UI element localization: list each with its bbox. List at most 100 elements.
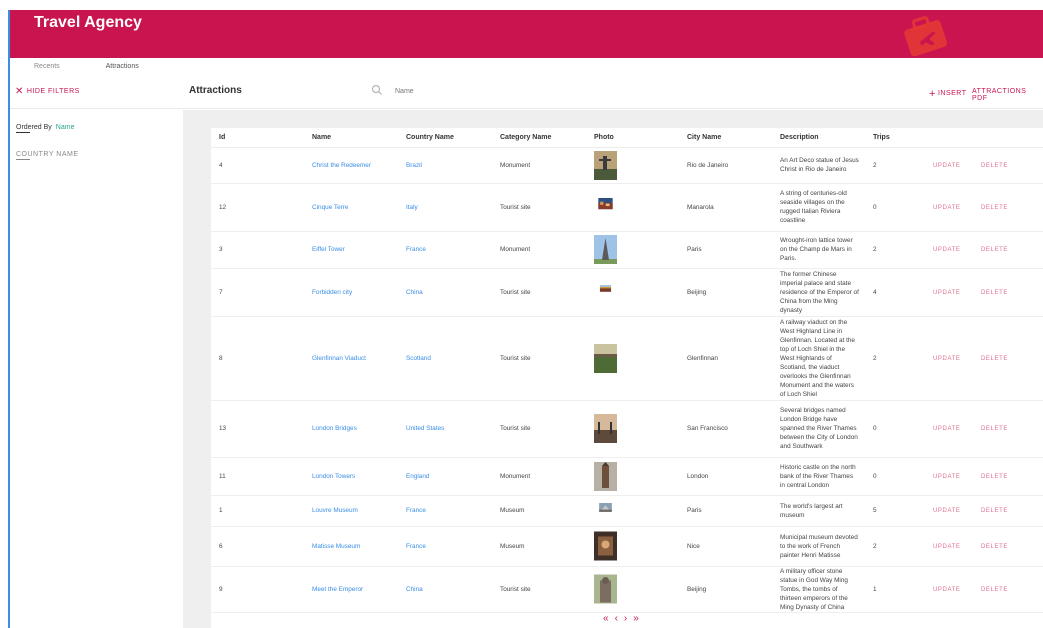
column-header-id[interactable]: Id — [211, 128, 304, 148]
table-row[interactable]: 1 Louvre Museum France Museum Paris The … — [211, 495, 1043, 527]
ordered-by[interactable]: Ordered By Name — [16, 124, 74, 131]
update-button[interactable]: UPDATE — [933, 426, 961, 432]
cell-delete: DELETE — [973, 316, 1043, 401]
update-button[interactable]: UPDATE — [933, 356, 961, 362]
column-header-description[interactable]: Description — [772, 128, 865, 148]
recents-tabs: Recents Attractions — [34, 63, 183, 70]
cell-name-link[interactable]: London Bridges — [304, 400, 398, 458]
update-button[interactable]: UPDATE — [933, 508, 961, 514]
tab-attractions[interactable]: Attractions — [106, 63, 139, 70]
insert-label: INSERT — [937, 90, 967, 97]
table-row[interactable]: 8 Glenfinnan Viaduct Scotland Tourist si… — [211, 316, 1043, 401]
delete-button[interactable]: DELETE — [981, 508, 1008, 514]
cell-delete: DELETE — [973, 147, 1043, 184]
cell-name-link[interactable]: Matisse Museum — [304, 526, 398, 567]
update-button[interactable]: UPDATE — [933, 205, 961, 211]
cell-description: Several bridges named London Bridge have… — [772, 400, 865, 458]
search-input[interactable] — [395, 85, 595, 97]
delete-button[interactable]: DELETE — [981, 290, 1008, 296]
cell-name-link[interactable]: Meet the Emperor — [304, 566, 398, 613]
insert-button[interactable]: + INSERT — [929, 88, 966, 100]
update-button[interactable]: UPDATE — [933, 163, 961, 169]
cell-update: UPDATE — [925, 231, 973, 269]
cell-country-link[interactable]: China — [398, 268, 492, 317]
country-name-filter[interactable]: COUNTRY NAME — [16, 151, 79, 158]
next-page-button[interactable]: › — [624, 613, 633, 624]
column-header-country[interactable]: Country Name — [398, 128, 492, 148]
last-page-button[interactable]: » — [633, 613, 645, 624]
delete-button[interactable]: DELETE — [981, 205, 1008, 211]
table-row[interactable]: 3 Eiffel Tower France Monument Paris Wro… — [211, 231, 1043, 269]
filters-sidebar — [10, 110, 183, 628]
column-header-category[interactable]: Category Name — [492, 128, 586, 148]
cell-name-link[interactable]: Glenfinnan Viaduct — [304, 316, 398, 401]
delete-button[interactable]: DELETE — [981, 426, 1008, 432]
table-row[interactable]: 4 Christ the Redeemer Brazil Monument Ri… — [211, 147, 1043, 184]
update-button[interactable]: UPDATE — [933, 290, 961, 296]
delete-button[interactable]: DELETE — [981, 587, 1008, 593]
tab-recents[interactable]: Recents — [34, 63, 60, 70]
cell-id: 1 — [211, 495, 304, 527]
first-page-button[interactable]: « — [603, 613, 615, 624]
cell-country-link[interactable]: France — [398, 526, 492, 567]
column-header-trips[interactable]: Trips — [865, 128, 925, 148]
cell-update: UPDATE — [925, 526, 973, 567]
update-button[interactable]: UPDATE — [933, 587, 961, 593]
cell-country-link[interactable]: Brazil — [398, 147, 492, 184]
village-photo — [598, 198, 613, 210]
attractions-pdf-button[interactable]: ATTRACTIONS PDF — [972, 88, 1043, 102]
table-row[interactable]: 12 Cinque Terre Italy Tourist site Manar… — [211, 183, 1043, 232]
cell-country-link[interactable]: England — [398, 457, 492, 496]
delete-button[interactable]: DELETE — [981, 247, 1008, 253]
update-button[interactable]: UPDATE — [933, 544, 961, 550]
cell-country-link[interactable]: France — [398, 231, 492, 269]
suitcase-airplane-logo — [904, 16, 948, 56]
cell-update: UPDATE — [925, 400, 973, 458]
cell-country-link[interactable]: Scotland — [398, 316, 492, 401]
cell-name-link[interactable]: Forbidden city — [304, 268, 398, 317]
delete-button[interactable]: DELETE — [981, 163, 1008, 169]
cell-country-link[interactable]: Italy — [398, 183, 492, 232]
cell-photo — [586, 147, 679, 184]
cell-name-link[interactable]: Louvre Museum — [304, 495, 398, 527]
cell-name-link[interactable]: Cinque Terre — [304, 183, 398, 232]
cell-description: Wrought-iron lattice tower on the Champ … — [772, 231, 865, 269]
previous-page-button[interactable]: ‹ — [615, 613, 624, 624]
delete-button[interactable]: DELETE — [981, 544, 1008, 550]
hide-filters-button[interactable]: ✕ HIDE FILTERS — [15, 86, 80, 97]
cell-country-link[interactable]: China — [398, 566, 492, 613]
cell-name-link[interactable]: Eiffel Tower — [304, 231, 398, 269]
table-row[interactable]: 7 Forbidden city China Tourist site Beij… — [211, 268, 1043, 317]
cell-delete: DELETE — [973, 400, 1043, 458]
cell-country-link[interactable]: France — [398, 495, 492, 527]
update-button[interactable]: UPDATE — [933, 474, 961, 480]
search-icon[interactable] — [371, 84, 383, 96]
cell-name-link[interactable]: London Towers — [304, 457, 398, 496]
cell-category: Tourist site — [492, 316, 586, 401]
table-row[interactable]: 9 Meet the Emperor China Tourist site Be… — [211, 566, 1043, 613]
column-header-photo[interactable]: Photo — [586, 128, 679, 148]
column-header-name[interactable]: Name — [304, 128, 398, 148]
cell-category: Museum — [492, 495, 586, 527]
column-header-city[interactable]: City Name — [679, 128, 772, 148]
attractions-grid: Id Name Country Name Category Name Photo… — [211, 128, 1043, 628]
cell-delete: DELETE — [973, 495, 1043, 527]
delete-button[interactable]: DELETE — [981, 474, 1008, 480]
app-header: Travel Agency — [10, 10, 1043, 58]
cell-description: A string of centuries-old seaside villag… — [772, 183, 865, 232]
cell-update: UPDATE — [925, 316, 973, 401]
cell-name-link[interactable]: Christ the Redeemer — [304, 147, 398, 184]
pagination: «‹›» — [603, 613, 645, 624]
cell-description: Historic castle on the north bank of the… — [772, 457, 865, 496]
cell-country-link[interactable]: United States — [398, 400, 492, 458]
cell-category: Tourist site — [492, 400, 586, 458]
update-button[interactable]: UPDATE — [933, 247, 961, 253]
bridge-photo — [594, 414, 617, 443]
table-row[interactable]: 11 London Towers England Monument London… — [211, 457, 1043, 496]
cell-delete: DELETE — [973, 268, 1043, 317]
table-row[interactable]: 6 Matisse Museum France Museum Nice Muni… — [211, 526, 1043, 567]
museum-photo — [599, 502, 612, 512]
cell-update: UPDATE — [925, 566, 973, 613]
delete-button[interactable]: DELETE — [981, 356, 1008, 362]
table-row[interactable]: 13 London Bridges United States Tourist … — [211, 400, 1043, 458]
